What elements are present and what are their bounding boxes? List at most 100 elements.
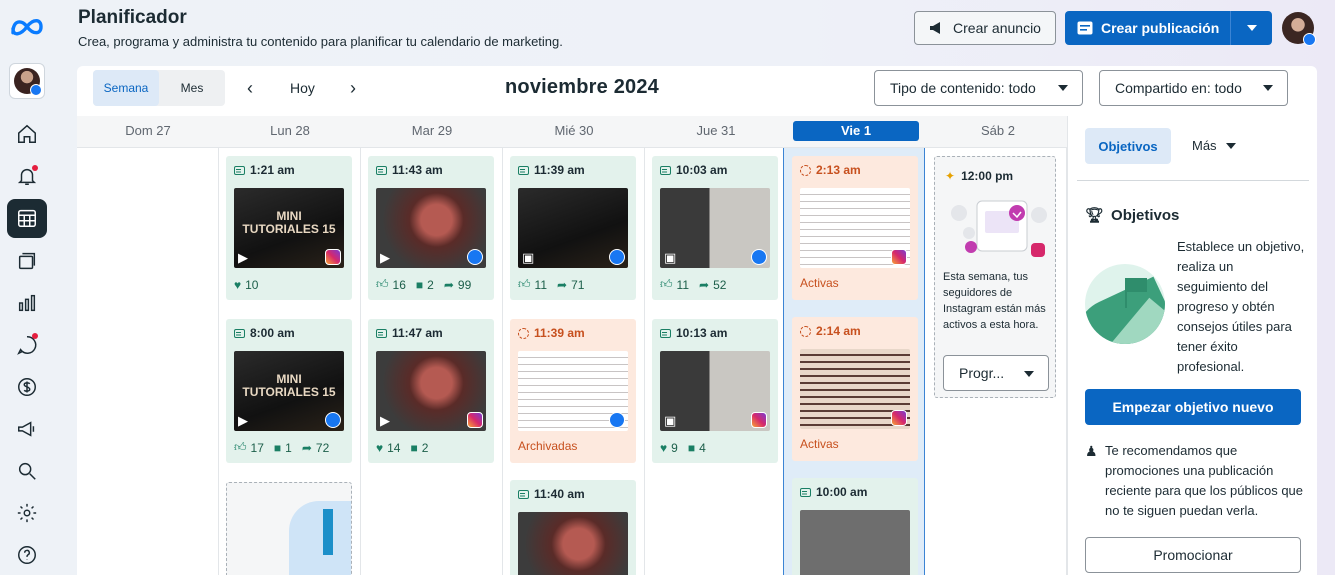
inbox-icon[interactable] bbox=[7, 325, 47, 364]
post-time: 11:43 am bbox=[392, 163, 443, 177]
create-ad-button[interactable]: Crear anuncio bbox=[914, 11, 1056, 45]
facebook-icon bbox=[609, 412, 625, 428]
image-icon: ▣ bbox=[664, 250, 677, 265]
help-icon[interactable] bbox=[7, 536, 47, 575]
tab-more[interactable]: Más bbox=[1192, 138, 1236, 153]
day-header: Dom 27 bbox=[125, 123, 171, 138]
day-header-row: Dom 27 Lun 28 Mar 29 Mié 30 Jue 31 Vie 1… bbox=[77, 116, 1067, 148]
post-thumbnail: ▶ bbox=[376, 188, 486, 268]
start-goal-button[interactable]: Empezar objetivo nuevo bbox=[1085, 389, 1301, 425]
post-icon bbox=[660, 328, 671, 338]
thumbnail-text: MINI TUTORIALES 15 bbox=[242, 209, 336, 236]
post-time: 11:39 am bbox=[534, 326, 585, 340]
create-ad-label: Crear anuncio bbox=[953, 20, 1041, 36]
post-card[interactable]: 10:13 am ▣ ♥ 9 ■ 4 bbox=[652, 319, 778, 463]
comments-count: 1 bbox=[285, 440, 292, 455]
post-icon bbox=[376, 165, 387, 175]
chevron-right-icon[interactable]: › bbox=[350, 78, 356, 99]
create-post-button[interactable]: Crear publicación bbox=[1065, 11, 1272, 45]
tab-more-label: Más bbox=[1192, 138, 1217, 153]
facebook-icon bbox=[325, 412, 341, 428]
planner-panel: Semana Mes ‹ Hoy › noviembre 2024 Tipo d… bbox=[77, 66, 1317, 575]
page-avatar[interactable] bbox=[9, 63, 45, 99]
post-status: Activas bbox=[800, 437, 839, 451]
left-rail bbox=[0, 0, 54, 575]
insights-icon[interactable] bbox=[7, 283, 47, 322]
post-status: Activas bbox=[800, 276, 839, 290]
reel-icon: ▶ bbox=[380, 413, 390, 428]
post-card[interactable]: 11:47 am ▶ ♥ 14 ■ 2 bbox=[368, 319, 494, 463]
instagram-icon bbox=[751, 412, 767, 428]
instagram-icon bbox=[325, 249, 341, 265]
post-status: Archivadas bbox=[518, 439, 578, 453]
create-post-dropdown[interactable] bbox=[1231, 25, 1272, 31]
day-header-today: Vie 1 bbox=[785, 116, 927, 148]
post-icon bbox=[234, 328, 245, 338]
view-month-tab[interactable]: Mes bbox=[159, 70, 225, 106]
post-time: 10:03 am bbox=[676, 163, 728, 177]
content-type-filter[interactable]: Tipo de contenido: todo bbox=[874, 70, 1083, 106]
ads-icon[interactable] bbox=[7, 410, 47, 449]
thumbs-up-icon: 👍︎ bbox=[234, 440, 247, 454]
caret-down-icon bbox=[1225, 143, 1236, 149]
page-title: Planificador bbox=[78, 7, 187, 28]
shared-filter-label: Compartido en: todo bbox=[1115, 80, 1242, 96]
comments-count: 4 bbox=[699, 441, 706, 455]
facebook-icon bbox=[467, 249, 483, 265]
thumbs-up-icon: 👍︎ bbox=[376, 277, 389, 291]
post-card[interactable]: 11:40 am bbox=[510, 480, 636, 575]
post-thumbnail: ▶ bbox=[376, 351, 486, 431]
post-card[interactable]: 1:21 am MINI TUTORIALES 15 ▶ ♥ 10 bbox=[226, 156, 352, 300]
post-time: 8:00 am bbox=[250, 326, 295, 340]
page-subtitle: Crea, programa y administra tu contenido… bbox=[78, 34, 563, 49]
post-card[interactable]: 11:39 am Archivadas bbox=[510, 319, 636, 463]
post-icon bbox=[518, 489, 529, 499]
search-icon[interactable] bbox=[7, 452, 47, 491]
facebook-icon bbox=[609, 249, 625, 265]
promote-button[interactable]: Promocionar bbox=[1085, 537, 1301, 573]
draft-placeholder[interactable] bbox=[226, 482, 352, 575]
post-card[interactable]: 10:00 am bbox=[792, 478, 918, 575]
post-card[interactable]: 8:00 am MINI TUTORIALES 15 ▶ 👍︎ 17 ■ 1 ➦ 72 bbox=[226, 319, 352, 463]
create-post-label: Crear publicación bbox=[1101, 20, 1220, 36]
image-icon: ▣ bbox=[664, 413, 677, 428]
scheduled-icon bbox=[518, 327, 529, 339]
post-thumbnail bbox=[800, 349, 910, 429]
heart-icon: ♥ bbox=[660, 441, 668, 455]
day-header: Sáb 2 bbox=[981, 123, 1015, 138]
shares-count: 52 bbox=[713, 277, 727, 292]
tab-objectives[interactable]: Objetivos bbox=[1085, 128, 1171, 164]
monetization-icon[interactable] bbox=[7, 367, 47, 406]
content-icon[interactable] bbox=[7, 241, 47, 280]
day-header: Mié 30 bbox=[554, 123, 594, 138]
planner-icon[interactable] bbox=[7, 198, 47, 239]
schedule-dropdown[interactable]: Progr... bbox=[943, 355, 1049, 391]
post-card[interactable]: 10:03 am ▣ 👍︎ 11 ➦ 52 bbox=[652, 156, 778, 300]
post-thumbnail: MINI TUTORIALES 15 ▶ bbox=[234, 351, 344, 431]
chevron-left-icon[interactable]: ‹ bbox=[247, 78, 253, 99]
notifications-icon[interactable] bbox=[7, 157, 47, 196]
view-week-tab[interactable]: Semana bbox=[93, 70, 159, 106]
settings-icon[interactable] bbox=[7, 494, 47, 533]
comment-icon: ■ bbox=[415, 277, 424, 292]
play-icon: ▶ bbox=[380, 250, 390, 265]
home-icon[interactable] bbox=[7, 115, 47, 154]
profile-avatar[interactable] bbox=[1282, 12, 1316, 46]
image-icon: ▣ bbox=[522, 250, 535, 265]
likes-count: 10 bbox=[245, 278, 259, 292]
post-card[interactable]: 2:13 am Activas bbox=[792, 156, 918, 300]
comment-icon: ■ bbox=[687, 441, 696, 455]
post-thumbnail bbox=[518, 512, 628, 575]
audience-icon: ♟ bbox=[1085, 443, 1098, 459]
post-card[interactable]: 2:14 am Activas bbox=[792, 317, 918, 461]
side-panel: Objetivos Más 🏆︎ Objetivos Establece un o… bbox=[1067, 116, 1317, 575]
post-time: 11:39 am bbox=[534, 163, 585, 177]
post-card[interactable]: 11:39 am ▣ 👍︎ 11 ➦ 71 bbox=[510, 156, 636, 300]
promotion-recommendation: Te recomendamos que promociones una publ… bbox=[1105, 443, 1304, 518]
post-time: 10:13 am bbox=[676, 326, 728, 340]
shared-filter[interactable]: Compartido en: todo bbox=[1099, 70, 1288, 106]
post-card[interactable]: 11:43 am ▶ 👍︎ 16 ■ 2 ➦ 99 bbox=[368, 156, 494, 300]
caret-down-icon bbox=[1263, 85, 1273, 91]
today-button[interactable]: Hoy bbox=[290, 80, 315, 96]
meta-logo-icon[interactable] bbox=[9, 14, 45, 39]
